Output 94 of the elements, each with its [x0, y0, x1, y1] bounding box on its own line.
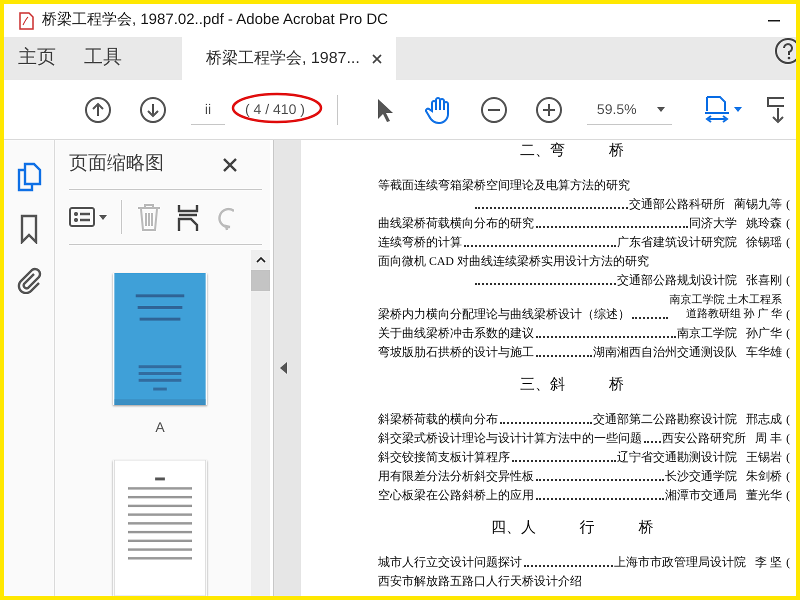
split-pages-icon[interactable] [176, 203, 200, 231]
pages-icon[interactable] [16, 162, 42, 192]
next-page-icon[interactable] [139, 96, 167, 124]
author: 李 坚 [755, 554, 782, 571]
dot-leader [632, 317, 668, 319]
section-heading: 四、人 行 桥 [490, 518, 654, 538]
organization: 交通部公路科研所 [629, 196, 726, 213]
entry-title: 关于曲线梁桥冲击系数的建议 [378, 325, 534, 342]
author: 车华雄 [746, 344, 782, 361]
fit-page-icon [704, 94, 730, 124]
organization: 交通部第二公路勘察设计院 [593, 411, 738, 428]
caret-icon [99, 214, 107, 220]
author: 孙广华 [746, 325, 782, 342]
entry-title: 空心板梁在公路斜桥上的应用 [378, 487, 534, 504]
scrollbar-thumb[interactable] [251, 270, 270, 291]
page-number: ( [786, 430, 790, 447]
entry-title: 斜交铰接简支板计算程序 [378, 449, 510, 466]
zoom-in-icon[interactable] [534, 96, 563, 124]
entry-title: 面向微机 CAD 对曲线连续梁桥实用设计方法的研究 [378, 253, 649, 270]
page-count: ( 4 / 410 ) [244, 100, 306, 116]
author-line: 道路教研组 孙 广 华 [684, 307, 782, 321]
dot-leader [644, 441, 662, 443]
entry-title: 曲线梁桥荷载横向分布的研究 [378, 215, 534, 232]
author: 姚玲森 [746, 215, 782, 232]
organization: 广东省建筑设计研究院 [617, 234, 738, 251]
entry-title: 弯坡版肋石拱桥的设计与施工 [378, 344, 534, 361]
close-icon[interactable] [372, 54, 382, 64]
organization: 交通部公路规划设计院 [617, 272, 738, 289]
window-title: 桥梁工程学会, 1987.02..pdf - Adobe Acrobat Pro DC [42, 10, 388, 30]
page-number: ( [786, 272, 790, 289]
fit-page-button[interactable] [704, 94, 742, 124]
tab[interactable]: 桥梁工程学会, 1987... [182, 37, 396, 80]
options-button[interactable] [69, 206, 107, 228]
organization: 同济大学 [689, 215, 738, 232]
panel-title: 页面缩略图 [69, 152, 164, 176]
page-number: ( [786, 215, 790, 232]
page-number: ( [786, 411, 790, 428]
tab[interactable]: 主页 [4, 37, 70, 80]
bookmark-icon[interactable] [19, 214, 39, 244]
page-number: ( [786, 554, 790, 571]
zoom-field[interactable]: 59.5% [586, 94, 672, 124]
close-icon [222, 156, 238, 172]
organization: 辽宁省交通勘测设计院 [617, 449, 738, 466]
entry-title: 连续弯桥的计算 [378, 234, 462, 251]
paperclip-icon[interactable] [16, 266, 42, 294]
scroll-mode-icon[interactable] [766, 94, 784, 124]
caret-icon [734, 107, 742, 112]
author: 张喜刚 [746, 272, 782, 289]
entry-title: 等截面连续弯箱梁桥空间理论及电算方法的研究 [378, 177, 630, 194]
close-panel-button[interactable] [222, 156, 238, 172]
page-number: ( [786, 487, 790, 504]
author: 周 丰 [755, 430, 782, 447]
minimize-button[interactable] [768, 20, 780, 22]
author: 朱剑桥 [746, 468, 782, 485]
page-label: A [155, 418, 165, 438]
collapse-panel-button[interactable] [280, 362, 287, 374]
previous-page-icon[interactable] [84, 96, 112, 124]
author: 徐锡瑶 [746, 234, 782, 251]
author: 蔺锡九等 [734, 196, 782, 213]
page-number: ( [786, 234, 790, 251]
entry-title: 西安市解放路五路口人行天桥设计介绍 [378, 573, 582, 590]
author-line: 南京工学院 土木工程系 [669, 293, 782, 307]
page-number: ( [786, 344, 790, 361]
caret-icon [256, 257, 266, 263]
organization: 湘潭市交通局 [665, 487, 738, 504]
entry-title: 斜交梁式桥设计理论与设计计算方法中的一些问题 [378, 430, 642, 447]
dot-leader [536, 355, 592, 357]
organization: 湖南湘西自治州交通测设队 [593, 344, 738, 361]
author: 董光华 [746, 487, 782, 504]
page-number: ( [786, 325, 790, 342]
organization: 上海市市政管理局设计院 [614, 554, 746, 571]
zoom-out-icon[interactable] [480, 96, 508, 124]
entry-title: 斜梁桥荷载的横向分布 [378, 411, 498, 428]
help-icon[interactable] [774, 37, 796, 65]
page-number: ( [786, 468, 790, 485]
list-icon [69, 206, 95, 228]
organization: 南京工学院 [677, 325, 738, 342]
pdf-file-icon [18, 12, 34, 30]
caret-icon [656, 106, 665, 112]
author: 邢志成 [746, 411, 782, 428]
page-number: ( [786, 306, 790, 323]
tab[interactable]: 工具 [70, 37, 136, 80]
organization: 长沙交通学院 [665, 468, 738, 485]
page-number: ( [786, 196, 790, 213]
minimize-icon [768, 20, 780, 22]
section-heading: 三、斜 桥 [519, 376, 625, 395]
section-heading: 二、弯 桥 [519, 141, 625, 161]
organization: 西安公路研究所 [662, 430, 746, 447]
caret-icon [280, 362, 287, 374]
entry-title: 城市人行立交设计问题探讨 [378, 554, 522, 571]
entry-title: 用有限差分法分析斜交异性板 [378, 468, 534, 485]
entry-title: 梁桥内力横向分配理论与曲线梁桥设计（综述） [378, 306, 630, 323]
page-number: ( [786, 449, 790, 466]
author: 王锡岩 [746, 449, 782, 466]
